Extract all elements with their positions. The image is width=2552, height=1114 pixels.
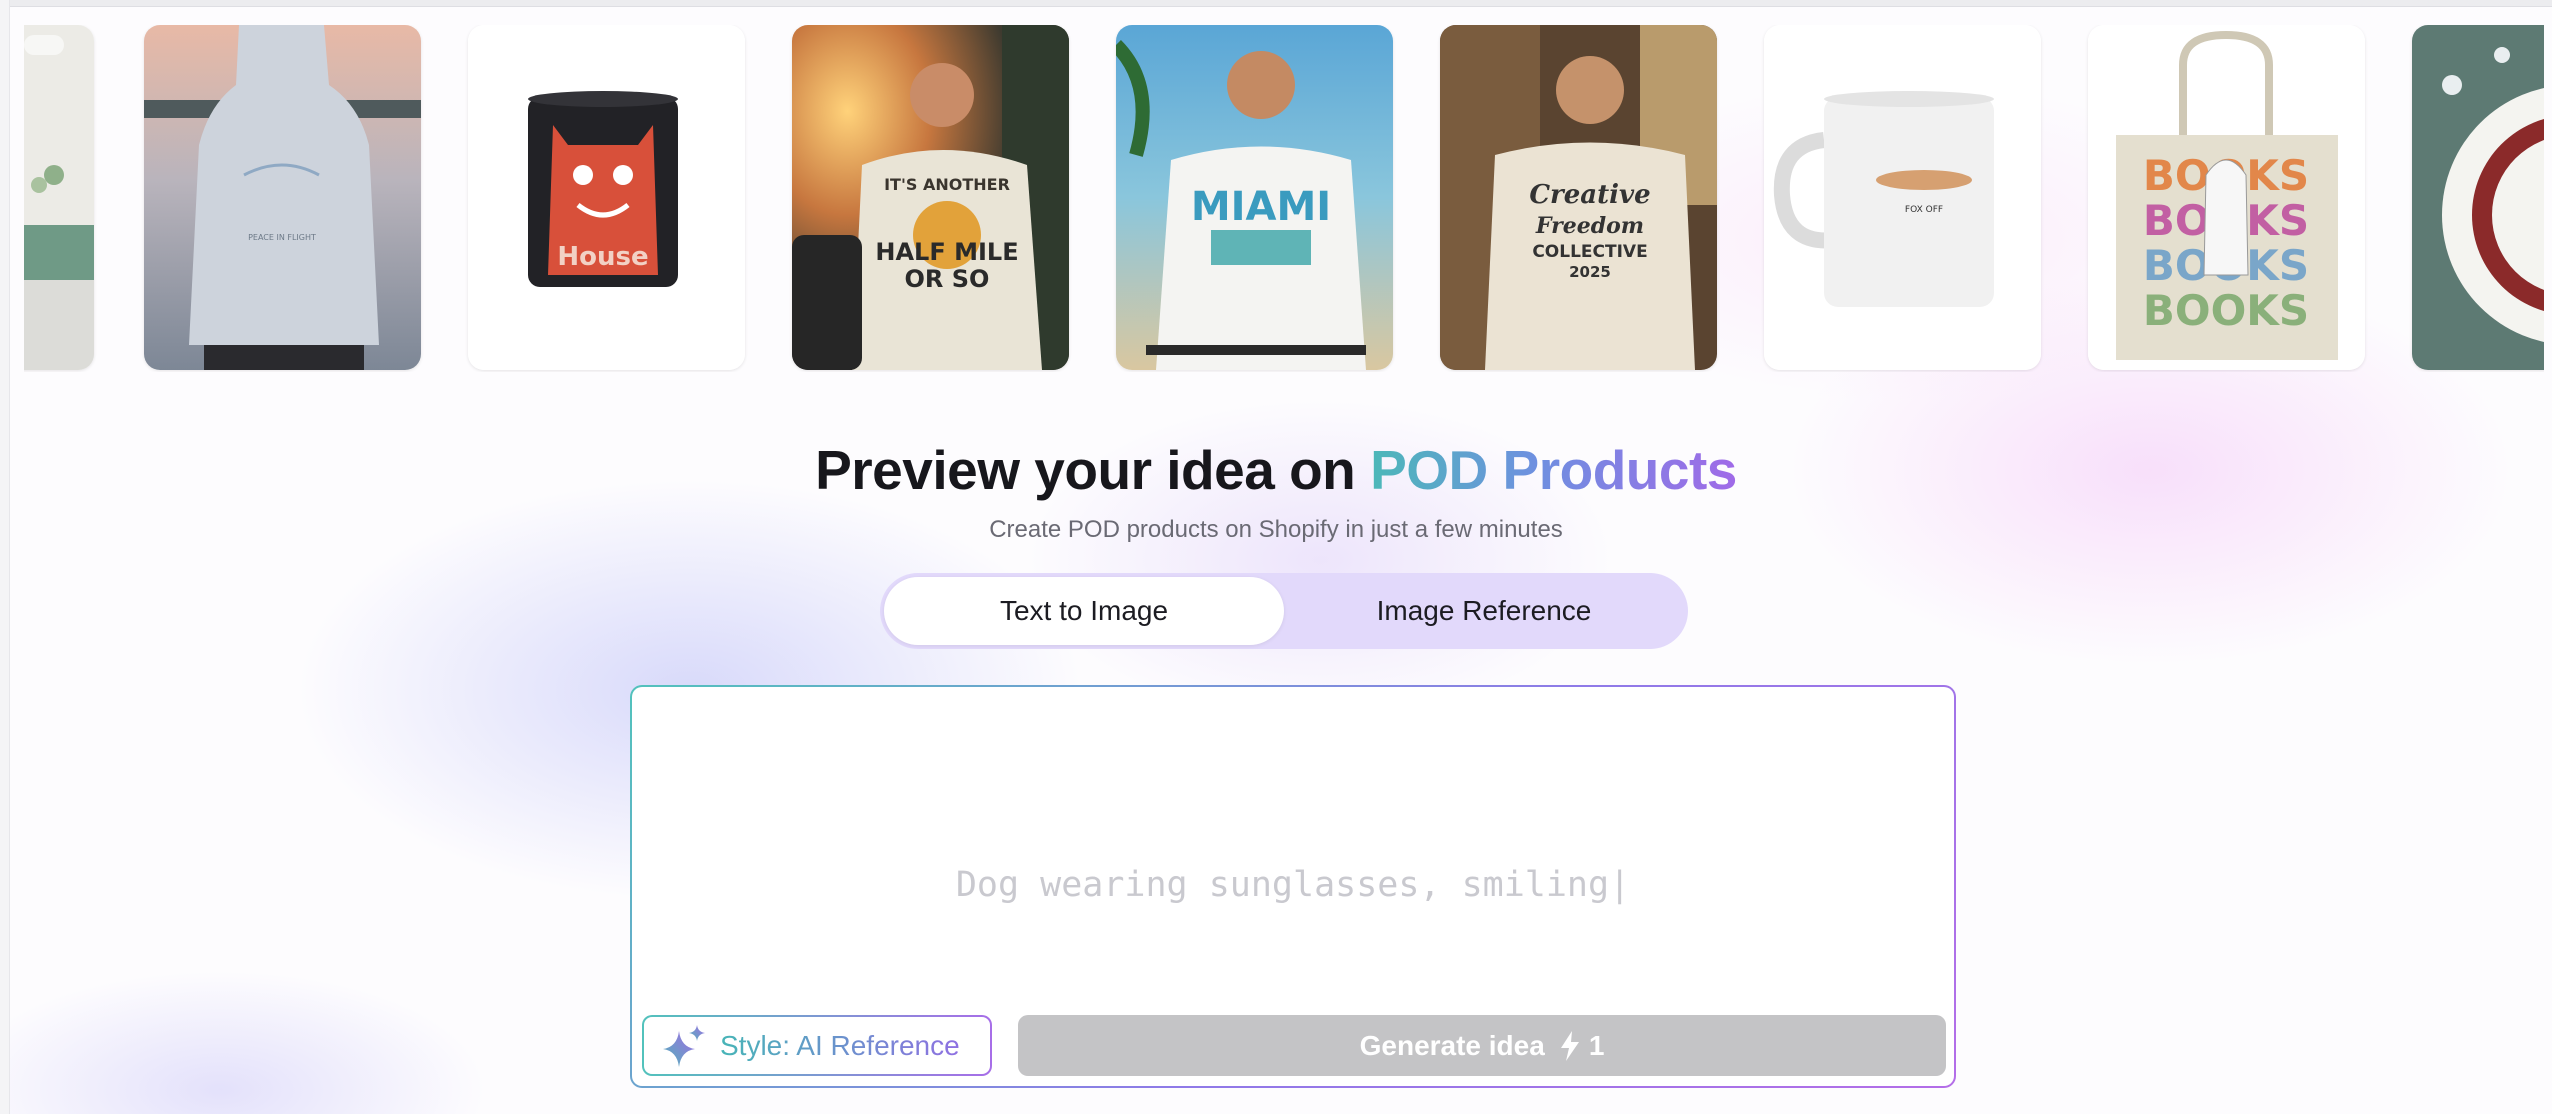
plate-image: [2412, 25, 2544, 370]
svg-text:Creative: Creative: [1529, 180, 1650, 210]
style-label: Style: AI Reference: [720, 1029, 960, 1061]
carousel-card-hiking-tshirt[interactable]: IT'S ANOTHER HALF MILE OR SO: [792, 25, 1069, 370]
generate-cost: 1: [1588, 1029, 1605, 1061]
left-edge: [0, 0, 10, 1114]
title-prefix: Preview your idea on: [815, 439, 1371, 501]
carousel-card-black-mug[interactable]: House: [468, 25, 745, 370]
tote-bag-image: BOOKS BOOKS BOOKS BOOKS: [2088, 25, 2365, 370]
svg-text:House: House: [557, 242, 648, 272]
svg-text:HALF MILE: HALF MILE: [875, 238, 1018, 266]
title-highlight: POD Products: [1370, 439, 1737, 501]
mode-tabs: Text to Image Image Reference: [880, 573, 1688, 649]
page-subtitle: Create POD products on Shopify in just a…: [989, 516, 1563, 543]
product-carousel[interactable]: PEACE IN FLIGHT House IT'S ANOTHER HALF …: [24, 25, 2544, 372]
kitchen-counter-image: [24, 25, 94, 370]
style-button[interactable]: Style: AI Reference: [642, 1015, 992, 1076]
prompt-input[interactable]: Dog wearing sunglasses, smiling|: [632, 865, 1954, 905]
prompt-panel[interactable]: Dog wearing sunglasses, smiling| Style: …: [630, 685, 1956, 1088]
svg-text:Freedom: Freedom: [1535, 213, 1644, 239]
carousel-card-kitchen[interactable]: [24, 25, 94, 370]
carousel-card-white-mug[interactable]: FOX OFF: [1764, 25, 2041, 370]
lightning-bolt-icon: [1560, 1030, 1579, 1061]
carousel-card-hoodie[interactable]: PEACE IN FLIGHT: [144, 25, 421, 370]
svg-text:FOX OFF: FOX OFF: [1905, 205, 1943, 215]
top-border: [0, 0, 2552, 7]
tshirt-image: IT'S ANOTHER HALF MILE OR SO: [792, 25, 1069, 370]
tshirt-image: MIAMI: [1116, 25, 1393, 370]
carousel-card-books-tote[interactable]: BOOKS BOOKS BOOKS BOOKS: [2088, 25, 2365, 370]
svg-text:IT'S ANOTHER: IT'S ANOTHER: [884, 175, 1010, 194]
carousel-card-miami-tshirt[interactable]: MIAMI: [1116, 25, 1393, 370]
svg-text:2025: 2025: [1569, 263, 1611, 281]
svg-text:BOOKS: BOOKS: [2143, 286, 2309, 335]
carousel-card-plate[interactable]: [2412, 25, 2544, 370]
mug-image: FOX OFF: [1764, 25, 2041, 370]
generate-label: Generate idea: [1359, 1029, 1545, 1061]
tshirt-image: Creative Freedom COLLECTIVE 2025: [1440, 25, 1717, 370]
sparkle-icon: [663, 1024, 705, 1067]
hero-title-wrap: Preview your idea on POD Products: [0, 438, 2552, 502]
generate-idea-button[interactable]: Generate idea 1: [1018, 1015, 1946, 1076]
mug-image: House: [468, 25, 745, 370]
svg-text:OR SO: OR SO: [905, 265, 990, 293]
carousel-card-creative-freedom-tshirt[interactable]: Creative Freedom COLLECTIVE 2025: [1440, 25, 1717, 370]
tab-image-reference[interactable]: Image Reference: [1284, 577, 1684, 645]
hoodie-image: PEACE IN FLIGHT: [144, 25, 421, 370]
svg-text:COLLECTIVE: COLLECTIVE: [1532, 242, 1647, 262]
svg-text:MIAMI: MIAMI: [1191, 184, 1331, 230]
svg-text:PEACE IN FLIGHT: PEACE IN FLIGHT: [248, 233, 316, 242]
page-title: Preview your idea on POD Products: [0, 438, 2552, 502]
tab-text-to-image[interactable]: Text to Image: [884, 577, 1284, 645]
